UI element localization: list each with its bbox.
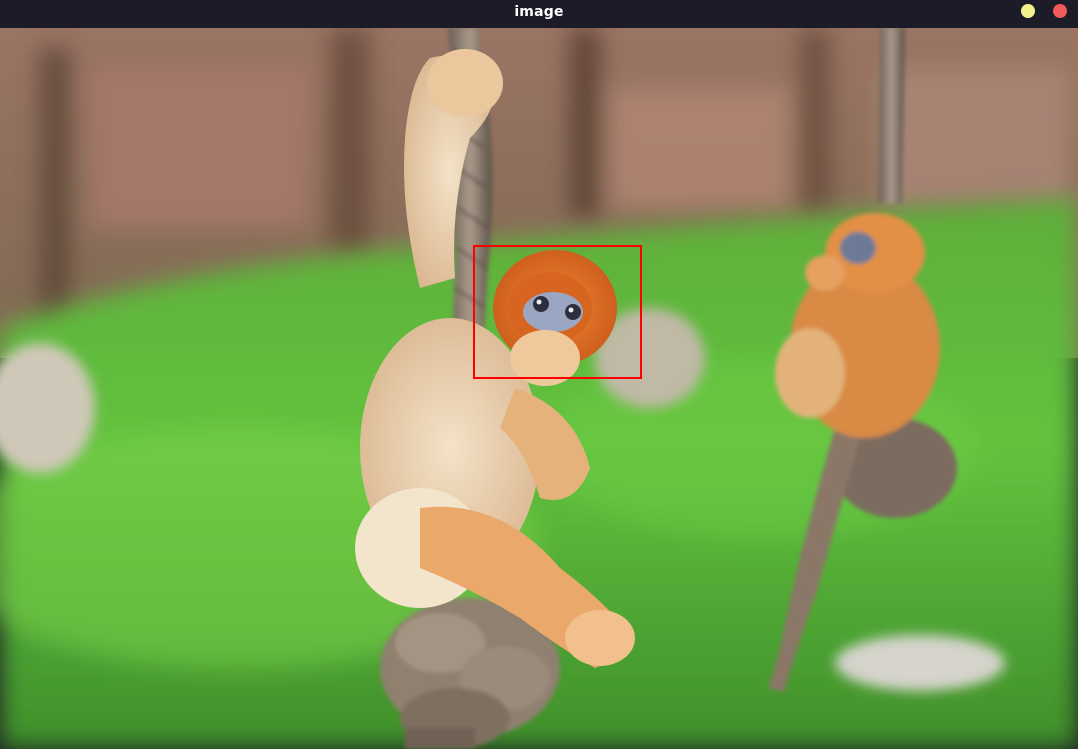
image-viewer-window: image xyxy=(0,0,1078,749)
photo xyxy=(0,28,1078,749)
minimize-button[interactable] xyxy=(1021,4,1035,18)
image-canvas xyxy=(0,28,1078,749)
title-bar[interactable]: image xyxy=(0,0,1078,28)
detection-bounding-box xyxy=(473,245,642,379)
close-button[interactable] xyxy=(1053,4,1067,18)
window-title: image xyxy=(514,4,564,20)
